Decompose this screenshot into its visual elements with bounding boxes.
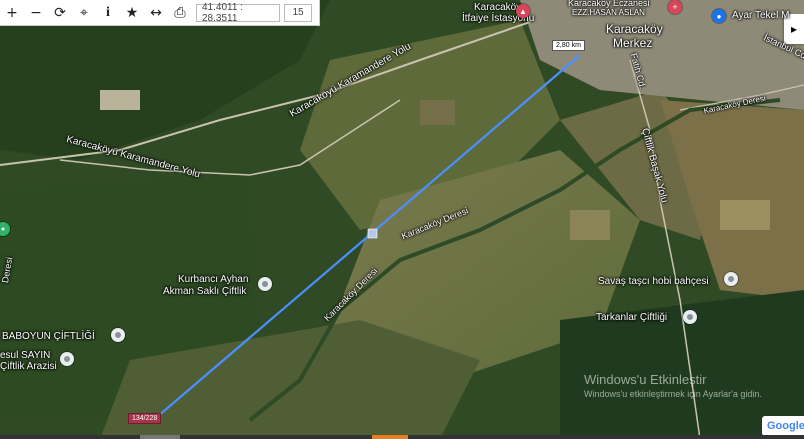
taskbar [0,435,804,439]
label-karacakoy-eczanesi: Karacaköy Eczanesi [568,0,650,8]
zoom-out-button[interactable]: − [24,0,48,26]
distance-label: 2,80 km [552,40,585,51]
parcel-label[interactable]: 134/228 [128,413,162,424]
refresh-button[interactable]: ⟳ [48,0,72,26]
watermark-line2: Windows'u etkinleştirmek için Ayarlar'a … [584,389,762,399]
label-baboyun: BABOYUN ÇİFTLİĞİ [2,331,95,342]
label-resul-sayin: esul SAYIN [0,350,51,361]
watermark-line1: Windows'u Etkinleştir [584,372,707,387]
map-toolbar: + − ⟳ ⌖ i ★ ↔ ⎙ 41.4011 : 28.3511 15 [0,0,320,26]
label-karacakoy-merkez: Karacaköy [606,22,663,36]
label-savas-tasci: Savaş taşcı hobi bahçesi [598,276,709,287]
info-button[interactable]: i [96,0,120,26]
fire-station-marker-icon[interactable]: ▲ [516,4,530,18]
farm-marker-icon[interactable] [258,277,272,291]
tarkanlar-marker-icon[interactable] [683,310,697,324]
coordinate-field[interactable]: 41.4011 : 28.3511 [196,2,280,24]
zoom-level-field[interactable]: 15 [284,3,312,22]
zoom-in-button[interactable]: + [0,0,24,26]
label-ciftlik-arazisi: Çiftlik Arazisi [0,361,57,372]
pharmacy-marker-icon[interactable]: + [668,0,682,14]
locate-button[interactable]: ⌖ [72,0,96,26]
hobby-garden-marker-icon[interactable] [724,272,738,286]
label-tarkanlar: Tarkanlar Çiftliği [596,312,668,323]
favorite-button[interactable]: ★ [120,0,144,26]
measure-handle[interactable] [367,228,378,239]
print-button[interactable]: ⎙ [168,0,192,26]
label-karacakoy-itfaiye: Karacaköy [474,2,522,13]
baboyun-marker-icon[interactable] [111,328,125,342]
label-ayar-tekel: Ayar Tekel M [732,10,790,21]
measure-button[interactable]: ↔ [144,0,168,26]
label-kurbanci-ayhan: Kurbancı Ayhan [178,274,249,285]
shop-marker-icon[interactable]: ● [712,9,726,23]
resul-marker-icon[interactable] [60,352,74,366]
windows-activation-watermark: Windows'u Etkinleştir Windows'u etkinleş… [584,372,762,399]
label-akman-sakli: Akman Saklı Çiftlik [163,286,247,297]
google-logo[interactable]: Google [762,416,804,436]
label-ezz-hasan: EZZ.HASAN ASLAN [572,8,645,17]
label-merkez: Merkez [613,36,653,50]
